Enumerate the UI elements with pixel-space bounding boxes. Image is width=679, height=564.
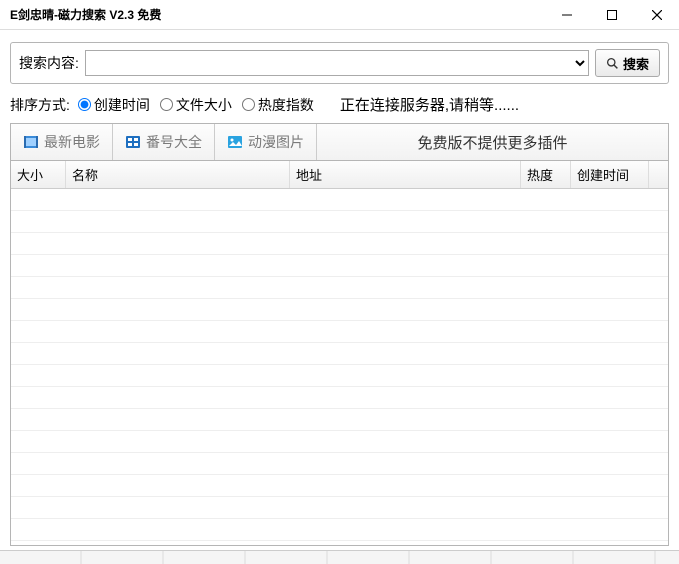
toolbar-banner: 免费版不提供更多插件 [317, 124, 668, 160]
status-bar [0, 550, 679, 564]
table-row [11, 343, 668, 365]
sort-radio-size[interactable] [160, 98, 173, 111]
table-row [11, 409, 668, 431]
table-row [11, 519, 668, 541]
image-icon [227, 134, 243, 150]
sort-option-size[interactable]: 文件大小 [160, 95, 232, 115]
table-row [11, 387, 668, 409]
sort-row: 排序方式: 创建时间 文件大小 热度指数 正在连接服务器,请稍等...... [10, 94, 669, 115]
maximize-button[interactable] [589, 0, 634, 30]
titlebar: E剑忠晴-磁力搜索 V2.3 免费 [0, 0, 679, 30]
sort-radio-created[interactable] [78, 98, 91, 111]
table-row [11, 211, 668, 233]
table-row [11, 431, 668, 453]
catalog-icon [125, 134, 141, 150]
table-header: 大小 名称 地址 热度 创建时间 [11, 161, 668, 189]
sort-option-heat[interactable]: 热度指数 [242, 95, 314, 115]
status-text: 正在连接服务器,请稍等...... [340, 94, 519, 115]
results-table: 大小 名称 地址 热度 创建时间 [10, 160, 669, 546]
sort-radio-group: 创建时间 文件大小 热度指数 [78, 95, 314, 115]
table-row [11, 189, 668, 211]
tool-latest-movies[interactable]: 最新电影 [11, 124, 113, 160]
window-title: E剑忠晴-磁力搜索 V2.3 免费 [10, 6, 161, 23]
sort-label: 排序方式: [10, 95, 70, 115]
film-icon [23, 134, 39, 150]
search-icon [606, 57, 619, 70]
search-button-label: 搜索 [623, 54, 649, 73]
close-button[interactable] [634, 0, 679, 30]
col-gap [649, 161, 668, 188]
table-row [11, 475, 668, 497]
search-input[interactable] [85, 50, 589, 76]
sort-option-created[interactable]: 创建时间 [78, 95, 150, 115]
table-row [11, 365, 668, 387]
table-row [11, 321, 668, 343]
table-row [11, 277, 668, 299]
col-name[interactable]: 名称 [66, 161, 290, 188]
table-row [11, 497, 668, 519]
col-heat[interactable]: 热度 [521, 161, 571, 188]
search-label: 搜索内容: [19, 53, 79, 73]
table-row [11, 233, 668, 255]
table-row [11, 299, 668, 321]
tool-catalog[interactable]: 番号大全 [113, 124, 215, 160]
window-controls [544, 0, 679, 30]
toolbar: 最新电影 番号大全 动漫图片 免费版不提供更多插件 [10, 123, 669, 160]
table-body[interactable] [11, 189, 668, 545]
sort-radio-heat[interactable] [242, 98, 255, 111]
tool-anime-images[interactable]: 动漫图片 [215, 124, 317, 160]
search-bar: 搜索内容: 搜索 [10, 42, 669, 84]
table-row [11, 255, 668, 277]
table-row [11, 453, 668, 475]
col-size[interactable]: 大小 [11, 161, 66, 188]
col-created[interactable]: 创建时间 [571, 161, 649, 188]
col-address[interactable]: 地址 [290, 161, 521, 188]
search-button[interactable]: 搜索 [595, 49, 660, 77]
minimize-button[interactable] [544, 0, 589, 30]
